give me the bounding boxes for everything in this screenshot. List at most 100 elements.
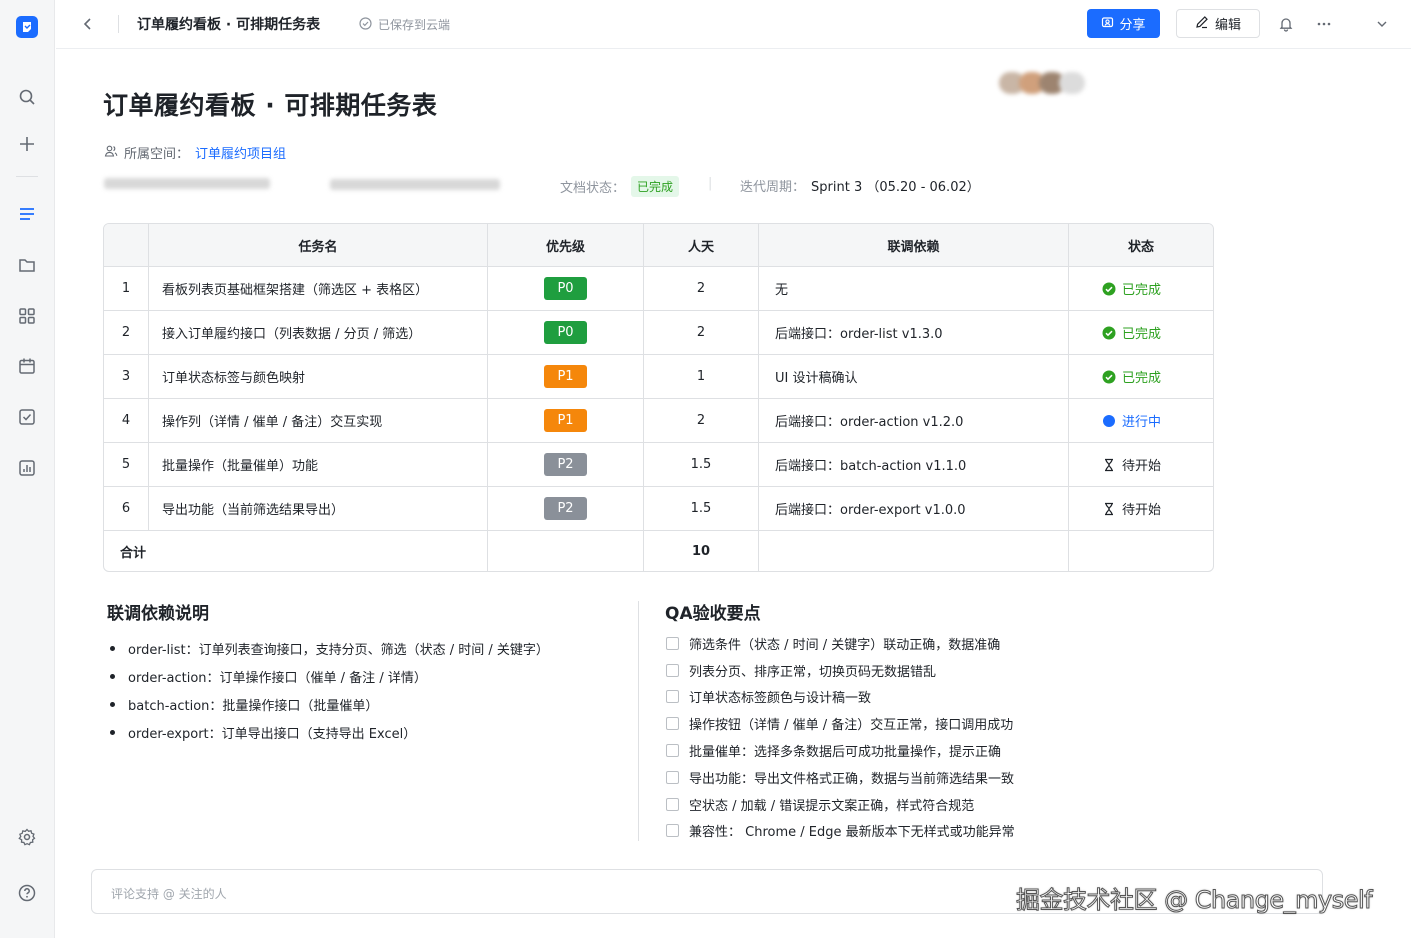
checklist-item: 导出功能：导出文件格式正确，数据与当前筛选结果一致	[666, 764, 1015, 791]
comment-placeholder: 评论支持 @ 关注的人	[111, 887, 227, 901]
checkbox[interactable]	[666, 797, 679, 811]
task-dependency: 后端接口：order-list v1.3.0	[759, 311, 1069, 355]
checklist-item: 订单状态标签颜色与设计稿一致	[666, 684, 1015, 711]
checkbox[interactable]	[666, 824, 679, 838]
plus-icon[interactable]	[15, 132, 39, 156]
table-row[interactable]: 1 看板列表页基础框架搭建（筛选区 + 表格区） P0 2 无 已完成	[104, 267, 1213, 311]
search-icon[interactable]	[15, 85, 39, 109]
total-row: 合计 10	[104, 531, 1213, 571]
redacted-date	[330, 179, 500, 190]
task-dependency: 后端接口：order-action v1.2.0	[759, 399, 1069, 443]
table-row[interactable]: 6 导出功能（当前筛选结果导出） P2 1.5 后端接口：order-export v1…	[104, 487, 1213, 531]
task-days: 1.5	[644, 487, 759, 531]
left-rail	[0, 0, 55, 938]
more-icon[interactable]	[1314, 14, 1334, 34]
checklist-item: 筛选条件（状态 / 时间 / 关键字）联动正确，数据准确	[666, 630, 1015, 657]
chevron-down-icon[interactable]	[1372, 14, 1392, 34]
table-row[interactable]: 4 操作列（详情 / 催单 / 备注）交互实现 P1 2 后端接口：order-acti…	[104, 399, 1213, 443]
status-badge: 待开始	[1102, 455, 1213, 474]
cloud-check-icon	[359, 16, 372, 33]
checklist-item: 列表分页、排序正常，切换页码无数据错乱	[666, 657, 1015, 684]
help-icon[interactable]	[15, 881, 39, 905]
task-name: 导出功能（当前筛选结果导出）	[149, 487, 488, 531]
priority-badge: P1	[544, 365, 587, 388]
avatar	[1059, 72, 1085, 94]
priority-badge: P1	[544, 409, 587, 432]
total-days: 10	[644, 531, 759, 571]
hourglass-icon	[1102, 502, 1116, 516]
settings-icon[interactable]	[15, 825, 39, 849]
checkbox[interactable]	[666, 690, 679, 704]
priority-badge: P2	[544, 453, 587, 476]
task-dependency: 无	[759, 267, 1069, 311]
sprint-info: 迭代周期： Sprint 3 （05.20 - 06.02）	[740, 180, 980, 195]
checkbox[interactable]	[666, 636, 679, 650]
edit-button[interactable]: 编辑	[1176, 9, 1260, 38]
list-item: order-export：订单导出接口（支持导出 Excel）	[110, 718, 549, 746]
list-icon[interactable]	[15, 202, 39, 226]
task-name: 订单状态标签与颜色映射	[149, 355, 488, 399]
table-row[interactable]: 2 接入订单履约接口（列表数据 / 分页 / 筛选） P0 2 后端接口：order-l…	[104, 311, 1213, 355]
grid-icon[interactable]	[15, 304, 39, 328]
task-name: 接入订单履约接口（列表数据 / 分页 / 筛选）	[149, 311, 488, 355]
list-item: order-list：订单列表查询接口，支持分页、筛选（状态 / 时间 / 关键…	[110, 634, 549, 662]
status-badge: 已完成	[1102, 279, 1213, 298]
collaborator-avatars[interactable]	[999, 72, 1085, 94]
priority-badge: P2	[544, 497, 587, 520]
column-header: 人天	[644, 224, 759, 267]
task-days: 1.5	[644, 443, 759, 487]
task-dependency: 后端接口：order-export v1.0.0	[759, 487, 1069, 531]
hourglass-icon	[1102, 458, 1116, 472]
bell-icon[interactable]	[1276, 14, 1296, 34]
share-icon	[1101, 15, 1114, 32]
status-badge: 进行中	[1102, 411, 1213, 430]
task-dependency: 后端接口：batch-action v1.1.0	[759, 443, 1069, 487]
checkbox[interactable]	[666, 717, 679, 731]
doc-status: 文档状态： 已完成	[560, 176, 680, 197]
checklist-item: 空状态 / 加载 / 错误提示文案正确，样式符合规范	[666, 791, 1015, 818]
checkbox[interactable]	[666, 770, 679, 784]
status-badge: 待开始	[1102, 499, 1213, 518]
row-index: 5	[104, 443, 149, 487]
qa-checklist: 筛选条件（状态 / 时间 / 关键字）联动正确，数据准确 列表分页、排序正常，切换…	[666, 630, 1015, 844]
list-item: order-action：订单操作接口（催单 / 备注 / 详情）	[110, 662, 549, 690]
calendar-icon[interactable]	[15, 354, 39, 378]
watermark: 掘金技术社区 @ Change_myself	[1015, 886, 1373, 915]
table-row[interactable]: 5 批量操作（批量催单）功能 P2 1.5 后端接口：batch-action v1.1…	[104, 443, 1213, 487]
status-badge: 已完成	[1102, 323, 1213, 342]
row-index: 3	[104, 355, 149, 399]
task-days: 2	[644, 399, 759, 443]
checkbox[interactable]	[666, 744, 679, 758]
task-name: 操作列（详情 / 催单 / 备注）交互实现	[149, 399, 488, 443]
topbar-doc-title: 订单履约看板 · 可排期任务表	[137, 17, 321, 33]
folder-icon[interactable]	[15, 253, 39, 277]
checkbox[interactable]	[666, 663, 679, 677]
task-table: 任务名 优先级 人天 联调依赖 状态 1 看板列表页基础框架搭建（筛选区 + 表格…	[103, 223, 1214, 572]
column-header: 任务名	[149, 224, 488, 267]
column-header: 状态	[1069, 224, 1213, 267]
pencil-icon	[1195, 15, 1209, 33]
app-logo-icon[interactable]	[16, 16, 38, 38]
row-index: 1	[104, 267, 149, 311]
checklist-item: 兼容性： Chrome / Edge 最新版本下无样式或功能异常	[666, 818, 1015, 845]
deps-list: order-list：订单列表查询接口，支持分页、筛选（状态 / 时间 / 关键…	[110, 634, 549, 746]
row-index: 4	[104, 399, 149, 443]
check-circle-icon	[1102, 326, 1116, 340]
workspace-link[interactable]: 订单履约项目组	[195, 143, 286, 162]
column-header: 联调依赖	[759, 224, 1069, 267]
priority-badge: P0	[544, 321, 587, 344]
redacted-owner	[104, 178, 270, 189]
task-name: 批量操作（批量催单）功能	[149, 443, 488, 487]
task-name: 看板列表页基础框架搭建（筛选区 + 表格区）	[149, 267, 488, 311]
back-arrow-icon[interactable]	[78, 14, 98, 34]
share-button[interactable]: 分享	[1087, 9, 1160, 38]
page-title: 订单履约看板 · 可排期任务表	[103, 91, 438, 120]
task-days: 1	[644, 355, 759, 399]
qa-heading: QA验收要点	[665, 604, 761, 624]
table-row[interactable]: 3 订单状态标签与颜色映射 P1 1 UI 设计稿确认 已完成	[104, 355, 1213, 399]
checkbox-icon[interactable]	[15, 405, 39, 429]
task-days: 2	[644, 311, 759, 355]
column-header: 优先级	[488, 224, 644, 267]
chart-icon[interactable]	[15, 456, 39, 480]
priority-badge: P0	[544, 277, 587, 300]
